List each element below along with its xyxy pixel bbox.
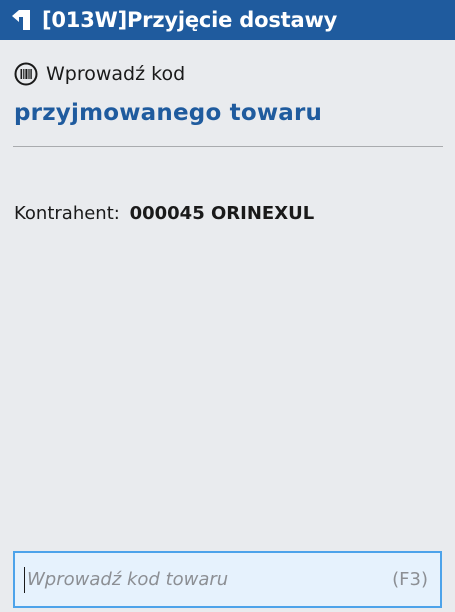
contractor-info: Kontrahent: 000045 ORINEXUL bbox=[14, 203, 314, 224]
contractor-label: Kontrahent: bbox=[14, 203, 120, 224]
app-window: [013W]Przyjęcie dostawy Wprowadź kod prz… bbox=[0, 0, 455, 612]
barcode-icon bbox=[14, 62, 38, 86]
title-bar: [013W]Przyjęcie dostawy bbox=[0, 0, 455, 40]
prompt-subject: przyjmowanego towaru bbox=[14, 100, 323, 126]
prompt-text: Wprowadź kod bbox=[46, 63, 186, 85]
product-code-field[interactable]: (F3) bbox=[13, 551, 442, 608]
back-button[interactable] bbox=[0, 0, 42, 40]
shortcut-hint: (F3) bbox=[392, 569, 428, 590]
product-code-input[interactable] bbox=[25, 559, 393, 600]
contractor-value: 000045 ORINEXUL bbox=[129, 203, 315, 224]
divider bbox=[13, 146, 443, 147]
prompt-row: Wprowadź kod bbox=[14, 62, 185, 86]
window-title: [013W]Przyjęcie dostawy bbox=[42, 8, 338, 32]
back-arrow-icon bbox=[12, 10, 30, 30]
